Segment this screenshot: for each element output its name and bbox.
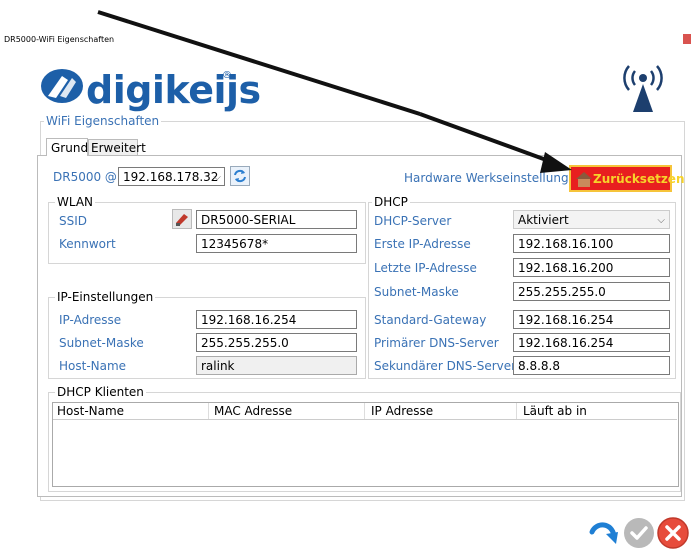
last-ip-input[interactable]: 192.168.16.200 (513, 258, 670, 277)
column-mac-address[interactable]: MAC Adresse (214, 404, 292, 418)
dhcp-server-select[interactable]: Aktiviert ⌵ (513, 210, 670, 229)
secondary-dns-label: Sekundärer DNS-Server (374, 359, 517, 373)
annotation-arrow-head (540, 152, 572, 173)
dhcp-subnet-label: Subnet-Maske (374, 285, 459, 299)
column-separator (364, 403, 365, 419)
host-name-label: Host-Name (59, 359, 127, 373)
ok-icon[interactable] (623, 517, 655, 549)
password-input[interactable]: 12345678* (196, 234, 357, 253)
undo-icon[interactable] (588, 518, 620, 548)
ip-address-input[interactable]: 192.168.16.254 (196, 310, 357, 329)
column-separator (208, 403, 209, 419)
column-host-name[interactable]: Host-Name (57, 404, 124, 418)
subnet-mask-input[interactable]: 255.255.255.0 (196, 333, 357, 352)
primary-dns-label: Primärer DNS-Server (374, 336, 499, 350)
gateway-input[interactable]: 192.168.16.254 (513, 310, 670, 329)
ip-settings-legend: IP-Einstellungen (55, 290, 156, 304)
ssid-label: SSID (59, 214, 88, 228)
chevron-down-icon: ⌵ (657, 215, 665, 226)
last-ip-label: Letzte IP-Adresse (374, 261, 477, 275)
annotation-arrows (97, 10, 572, 173)
ssid-tool-icon[interactable] (172, 209, 192, 229)
secondary-dns-input[interactable]: 8.8.8.8 (513, 356, 670, 375)
cancel-icon[interactable] (657, 517, 689, 549)
dhcp-server-label: DHCP-Server (374, 214, 452, 228)
first-ip-input[interactable]: 192.168.16.100 (513, 234, 670, 253)
dhcp-clients-legend: DHCP Klienten (55, 385, 146, 399)
column-ip-address[interactable]: IP Adresse (371, 404, 433, 418)
annotation-arrow-line (97, 10, 421, 116)
dhcp-subnet-input[interactable]: 255.255.255.0 (513, 282, 670, 301)
gateway-label: Standard-Gateway (374, 313, 487, 327)
password-label: Kennwort (59, 237, 116, 251)
ip-address-label: IP-Adresse (59, 313, 122, 327)
column-expires-in[interactable]: Läuft ab in (523, 404, 587, 418)
annotation-arrow-line (419, 112, 561, 167)
first-ip-label: Erste IP-Adresse (374, 237, 471, 251)
host-name-input[interactable]: ralink (196, 356, 357, 375)
dhcp-server-value: Aktiviert (518, 213, 569, 227)
column-separator (516, 403, 517, 419)
ssid-input[interactable]: DR5000-SERIAL (196, 210, 357, 229)
subnet-mask-label: Subnet-Maske (59, 336, 144, 350)
primary-dns-input[interactable]: 192.168.16.254 (513, 333, 670, 352)
